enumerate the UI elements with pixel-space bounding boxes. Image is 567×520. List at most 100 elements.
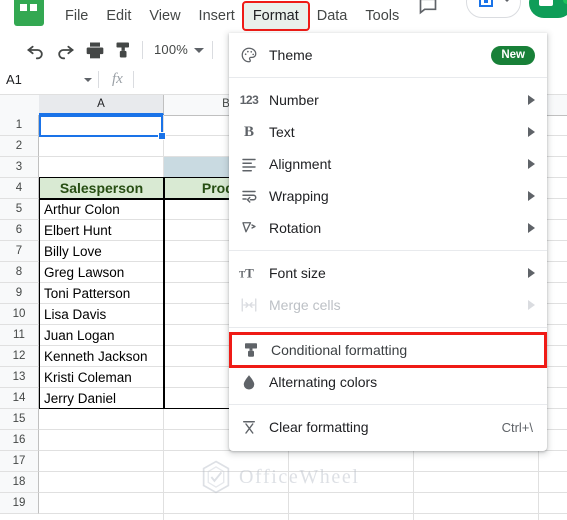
cell-a5[interactable]: Arthur Colon (40, 199, 163, 220)
google-sheets-window: File Edit View Insert Format Data Tools (0, 0, 567, 520)
redo-icon[interactable] (55, 40, 75, 60)
row-header-19[interactable]: 19 (0, 493, 39, 514)
menu-item-font-size[interactable]: T T Font size (229, 257, 547, 289)
share-button[interactable] (529, 0, 567, 18)
menu-separator-4 (229, 404, 547, 405)
row-header-3[interactable]: 3 (0, 157, 39, 178)
menu-item-theme-label: Theme (269, 47, 313, 63)
bold-text-icon: B (243, 123, 254, 140)
row-header-13[interactable]: 13 (0, 367, 39, 388)
menu-format[interactable]: Format (241, 1, 310, 31)
row-header-10[interactable]: 10 (0, 304, 39, 325)
menu-item-conditional-formatting-label: Conditional formatting (271, 342, 408, 358)
font-size-icon: T T (229, 264, 269, 282)
menu-item-clear-formatting[interactable]: Clear formatting Ctrl+\ (229, 411, 547, 443)
row-header-8[interactable]: 8 (0, 262, 39, 283)
comment-icon[interactable] (417, 0, 439, 16)
menu-view[interactable]: View (140, 3, 189, 29)
row-header-11[interactable]: 11 (0, 325, 39, 346)
cell-a9[interactable]: Toni Patterson (40, 283, 163, 304)
print-icon[interactable] (85, 40, 105, 60)
name-box[interactable]: A1 (0, 66, 96, 93)
selection-fill-handle[interactable] (158, 132, 166, 140)
menu-tools[interactable]: Tools (356, 3, 408, 29)
undo-icon[interactable] (26, 40, 46, 60)
menu-item-clear-formatting-accel: Ctrl+\ (501, 419, 533, 435)
menu-item-text[interactable]: B Text (229, 116, 547, 148)
menu-item-rotation-label: Rotation (269, 220, 322, 236)
formula-divider-1 (98, 71, 99, 88)
avatar (563, 0, 567, 4)
menu-item-wrapping-label: Wrapping (269, 188, 329, 204)
selected-cell-a1[interactable] (39, 115, 163, 137)
conditional-formatting-icon (231, 341, 271, 359)
alternating-colors-icon (229, 373, 269, 391)
name-box-value: A1 (6, 72, 22, 87)
menu-bar: File Edit View Insert Format Data Tools (56, 0, 408, 32)
menu-item-conditional-formatting[interactable]: Conditional formatting (229, 332, 547, 368)
menu-item-alternating-colors[interactable]: Alternating colors (229, 366, 547, 398)
row-header-17[interactable]: 17 (0, 451, 39, 472)
menu-item-rotation[interactable]: Rotation (229, 212, 547, 244)
menu-item-alternating-colors-label: Alternating colors (269, 374, 378, 390)
row-header-4[interactable]: 4 (0, 178, 39, 199)
menu-item-font-size-label: Font size (269, 265, 326, 281)
fx-label: fx (112, 71, 123, 87)
chevron-right-icon (528, 95, 535, 105)
cell-a13[interactable]: Kristi Coleman (40, 367, 163, 388)
menu-item-wrapping[interactable]: Wrapping (229, 180, 547, 212)
menu-item-text-label: Text (269, 124, 295, 140)
number-123-icon: 123 (239, 93, 259, 107)
menu-separator-2 (229, 250, 547, 251)
menu-file[interactable]: File (56, 3, 97, 29)
row-header-16[interactable]: 16 (0, 430, 39, 451)
zoom-level[interactable]: 100% (154, 42, 188, 57)
cell-a14[interactable]: Jerry Daniel (40, 388, 163, 409)
chevron-down-icon[interactable] (194, 48, 204, 53)
toolbar-divider (142, 41, 143, 59)
row-header-7[interactable]: 7 (0, 241, 39, 262)
column-header-a[interactable]: A (39, 94, 164, 115)
row-header-15[interactable]: 15 (0, 409, 39, 430)
clear-formatting-icon (229, 418, 269, 436)
row-header-12[interactable]: 12 (0, 346, 39, 367)
row-header-1[interactable]: 1 (0, 115, 39, 136)
menu-data[interactable]: Data (308, 3, 357, 29)
top-bar: File Edit View Insert Format Data Tools (0, 0, 567, 32)
cell-a4-header[interactable]: Salesperson (40, 178, 163, 199)
row-header-5[interactable]: 5 (0, 199, 39, 220)
cell-a11[interactable]: Juan Logan (40, 325, 163, 346)
menu-insert[interactable]: Insert (190, 3, 244, 29)
menu-edit[interactable]: Edit (97, 3, 140, 29)
chevron-right-icon (528, 300, 535, 310)
select-all-corner[interactable] (0, 94, 40, 115)
menu-separator-1 (229, 77, 547, 78)
cell-a8[interactable]: Greg Lawson (40, 262, 163, 283)
chevron-down-icon[interactable] (84, 78, 92, 82)
paint-format-icon[interactable] (114, 40, 134, 60)
cell-a6[interactable]: Elbert Hunt (40, 220, 163, 241)
alignment-icon (229, 155, 269, 173)
chevron-right-icon (528, 191, 535, 201)
row-header-9[interactable]: 9 (0, 283, 39, 304)
menu-item-number[interactable]: 123 Number (229, 84, 547, 116)
present-button[interactable] (466, 0, 521, 18)
toolbar-divider-2 (212, 41, 213, 59)
row-header-2[interactable]: 2 (0, 136, 39, 157)
cell-a12[interactable]: Kenneth Jackson (40, 346, 163, 367)
new-badge: New (491, 45, 535, 65)
menu-item-alignment[interactable]: Alignment (229, 148, 547, 180)
row-header-18[interactable]: 18 (0, 472, 39, 493)
menu-item-theme[interactable]: Theme New (229, 39, 547, 71)
palette-icon (229, 46, 269, 64)
menu-item-merge-cells-label: Merge cells (269, 297, 341, 313)
cell-a7[interactable]: Billy Love (40, 241, 163, 262)
cell-a10[interactable]: Lisa Davis (40, 304, 163, 325)
present-icon (479, 0, 493, 7)
row-header-14[interactable]: 14 (0, 388, 39, 409)
row-header-6[interactable]: 6 (0, 220, 39, 241)
rotation-icon (229, 219, 269, 237)
menu-item-alignment-label: Alignment (269, 156, 332, 172)
sheets-logo-icon[interactable] (14, 0, 44, 26)
share-lock-icon (539, 0, 553, 6)
